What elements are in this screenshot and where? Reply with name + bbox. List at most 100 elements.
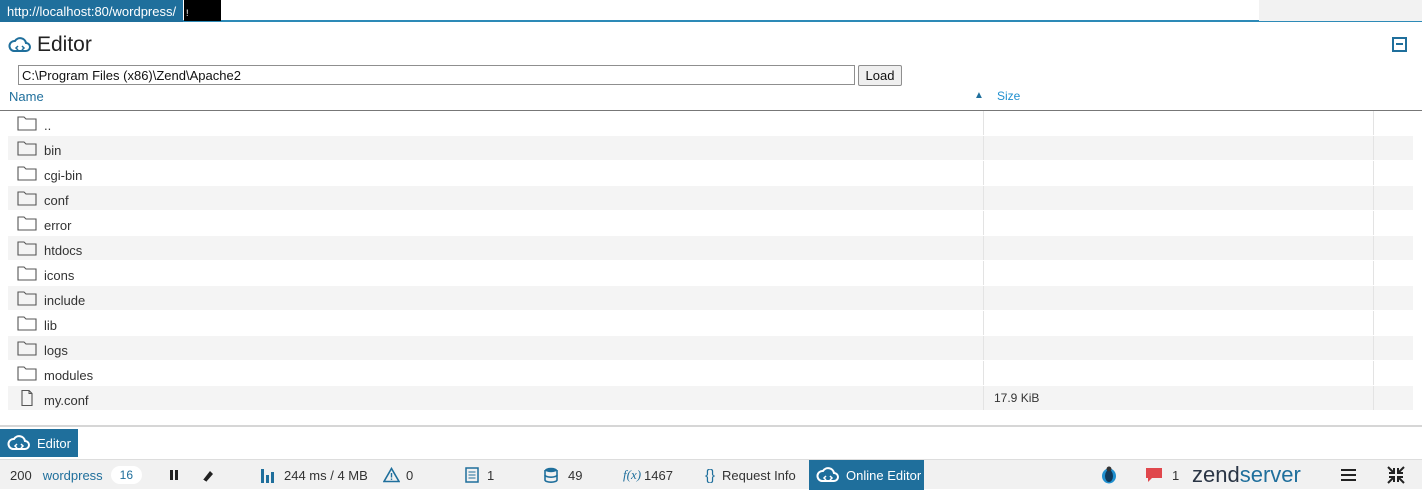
file-name[interactable]: .. [44, 118, 51, 133]
file-icon [17, 389, 37, 407]
file-row[interactable]: my.conf 17.9 KiB [8, 386, 1413, 411]
folder-icon [17, 115, 37, 131]
column-divider [1373, 111, 1374, 135]
function-icon: f(x) [623, 467, 642, 482]
file-name[interactable]: modules [44, 368, 93, 383]
column-divider [1373, 361, 1374, 385]
log-document-icon [465, 467, 479, 483]
folder-icon [17, 265, 37, 281]
column-divider [983, 311, 984, 335]
status-code: 200 [10, 467, 32, 483]
file-name[interactable]: htdocs [44, 243, 82, 258]
file-name[interactable]: include [44, 293, 85, 308]
online-editor-button[interactable]: Online Editor [809, 460, 924, 490]
panel-header: Editor [8, 32, 92, 58]
file-row[interactable]: error [8, 211, 1413, 236]
file-name[interactable]: icons [44, 268, 74, 283]
braces-icon: {} [705, 466, 716, 484]
app-name: wordpress [42, 467, 103, 483]
file-name[interactable]: logs [44, 343, 68, 358]
folder-icon [17, 215, 37, 231]
notifications-item[interactable]: 1 [1145, 460, 1179, 490]
database-item[interactable]: 49 [544, 460, 582, 490]
collapse-button[interactable] [1386, 460, 1406, 490]
brand-server: server [1239, 462, 1301, 487]
column-divider [983, 161, 984, 185]
panel-divider [0, 425, 1422, 427]
file-row[interactable]: bin [8, 136, 1413, 161]
file-row[interactable]: conf [8, 186, 1413, 211]
status-bar: 200 wordpress 16 244 ms / 4 MB 0 1 49 f(… [0, 459, 1422, 490]
functions-value: 1467 [644, 467, 673, 483]
column-divider [1373, 311, 1374, 335]
bug-icon [1102, 466, 1116, 484]
file-name[interactable]: my.conf [44, 393, 89, 408]
zend-server-logo: zendserver [1192, 460, 1301, 490]
column-divider [983, 336, 984, 360]
name-column-header[interactable]: Name [9, 89, 44, 104]
status-code-item[interactable]: 200 wordpress 16 [10, 460, 143, 490]
performance-item[interactable]: 244 ms / 4 MB [260, 460, 368, 490]
folder-icon [17, 340, 37, 356]
file-row[interactable]: logs [8, 336, 1413, 361]
editor-tab-label: Editor [37, 435, 71, 451]
cloud-editor-icon [8, 37, 31, 52]
clear-button[interactable] [200, 460, 215, 490]
functions-item[interactable]: f(x) 1467 [623, 460, 673, 490]
file-row[interactable]: modules [8, 361, 1413, 386]
events-item[interactable]: 0 [383, 460, 413, 490]
file-size: 17.9 KiB [994, 391, 1040, 405]
file-row[interactable]: cgi-bin [8, 161, 1413, 186]
file-list-header: Name ▲ Size [0, 88, 1422, 111]
file-row[interactable]: htdocs [8, 236, 1413, 261]
file-name[interactable]: bin [44, 143, 61, 158]
bar-chart-icon [261, 469, 274, 483]
file-row[interactable]: icons [8, 261, 1413, 286]
column-divider [1373, 386, 1374, 410]
warning-icon [383, 467, 400, 483]
debug-button[interactable] [1099, 460, 1119, 490]
size-column-header[interactable]: Size [997, 89, 1020, 103]
notifications-count: 1 [1172, 467, 1180, 483]
cloud-editor-icon [816, 467, 839, 482]
minimize-panel-button[interactable] [1392, 37, 1407, 52]
app-count-badge: 16 [110, 466, 143, 484]
hamburger-menu-icon [1341, 469, 1356, 481]
request-info-item[interactable]: {} Request Info [705, 460, 796, 490]
path-input[interactable] [18, 65, 855, 85]
file-name[interactable]: lib [44, 318, 57, 333]
folder-icon [17, 190, 37, 206]
file-row[interactable]: lib [8, 311, 1413, 336]
online-editor-label: Online Editor [846, 467, 922, 483]
menu-button[interactable] [1341, 460, 1356, 490]
file-row[interactable]: .. [8, 111, 1413, 136]
file-name[interactable]: error [44, 218, 71, 233]
column-divider [983, 136, 984, 160]
column-divider [983, 261, 984, 285]
overlay-glyph: ! [186, 8, 189, 18]
file-list: .. bin cgi-bin conf error htdocs icons include l… [8, 111, 1413, 411]
sort-ascending-icon[interactable]: ▲ [974, 90, 984, 101]
file-name[interactable]: conf [44, 193, 69, 208]
column-divider [983, 286, 984, 310]
column-divider [983, 361, 984, 385]
collapse-arrows-icon [1387, 466, 1405, 484]
load-button[interactable]: Load [858, 65, 902, 86]
file-row[interactable]: include [8, 286, 1413, 311]
chat-bubble-icon [1146, 468, 1162, 482]
file-name[interactable]: cgi-bin [44, 168, 82, 183]
folder-icon [17, 290, 37, 306]
timing-value: 244 ms / 4 MB [284, 467, 368, 483]
logs-item[interactable]: 1 [465, 460, 494, 490]
panel-title: Editor [37, 33, 92, 56]
logs-value: 1 [487, 467, 495, 483]
top-bar: http://localhost:80/wordpress/ ! [0, 0, 1422, 22]
url-tab[interactable]: http://localhost:80/wordpress/ [0, 0, 184, 22]
editor-tab[interactable]: Editor [0, 429, 78, 457]
top-bar-right-area [1259, 0, 1422, 21]
column-divider [983, 186, 984, 210]
column-divider [1373, 186, 1374, 210]
pause-button[interactable] [168, 460, 180, 490]
column-divider [1373, 161, 1374, 185]
column-divider [983, 111, 984, 135]
